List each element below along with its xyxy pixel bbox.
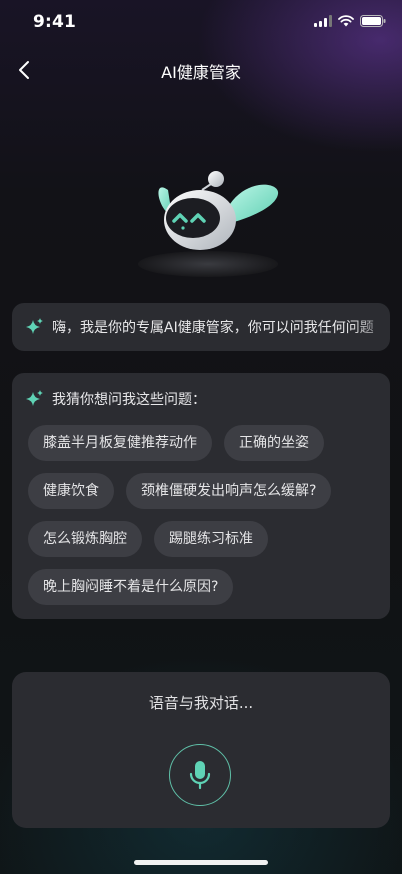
status-bar: 9:41	[0, 0, 402, 44]
suggestions-card: 我猜你想问我这些问题： 膝盖半月板复健推荐动作 正确的坐姿 健康饮食 颈椎僵硬发…	[12, 373, 390, 619]
home-indicator[interactable]	[134, 860, 268, 865]
suggestion-chip[interactable]: 膝盖半月板复健推荐动作	[28, 425, 212, 461]
robot-mascot	[138, 171, 279, 277]
greeting-text: 嗨，我是你的专属AI健康管家，你可以问我任何问题	[52, 320, 374, 336]
suggestion-chip[interactable]: 晚上胸闷睡不着是什么原因?	[28, 569, 234, 605]
microphone-button[interactable]	[169, 744, 231, 806]
voice-hint: 语音与我对话...	[148, 694, 254, 712]
suggestion-chips: 膝盖半月板复健推荐动作 正确的坐姿 健康饮食 颈椎僵硬发出响声怎么缓解? 怎么锻…	[28, 425, 378, 605]
greeting-card: 嗨，我是你的专属AI健康管家，你可以问我任何问题	[12, 303, 390, 351]
suggestions-heading: 我猜你想问我这些问题：	[52, 392, 206, 408]
suggestions-header: 我猜你想问我这些问题：	[26, 389, 206, 409]
signal-icon	[314, 15, 332, 27]
voice-panel: 语音与我对话...	[12, 672, 390, 828]
page-title: AI健康管家	[161, 63, 241, 82]
suggestion-chip[interactable]: 正确的坐姿	[224, 425, 324, 461]
microphone-icon	[189, 761, 211, 790]
suggestion-chip[interactable]: 怎么锻炼胸腔	[28, 521, 142, 557]
nav-bar: AI健康管家	[0, 48, 402, 92]
battery-icon	[360, 15, 386, 27]
status-time: 9:41	[33, 12, 77, 32]
wifi-icon	[338, 15, 354, 27]
suggestion-chip[interactable]: 健康饮食	[28, 473, 114, 509]
status-icons	[314, 15, 386, 27]
suggestion-chip[interactable]: 颈椎僵硬发出响声怎么缓解?	[126, 473, 332, 509]
suggestion-chip[interactable]: 踢腿练习标准	[154, 521, 268, 557]
sparkle-icon	[26, 318, 43, 334]
sparkle-icon	[26, 390, 43, 406]
